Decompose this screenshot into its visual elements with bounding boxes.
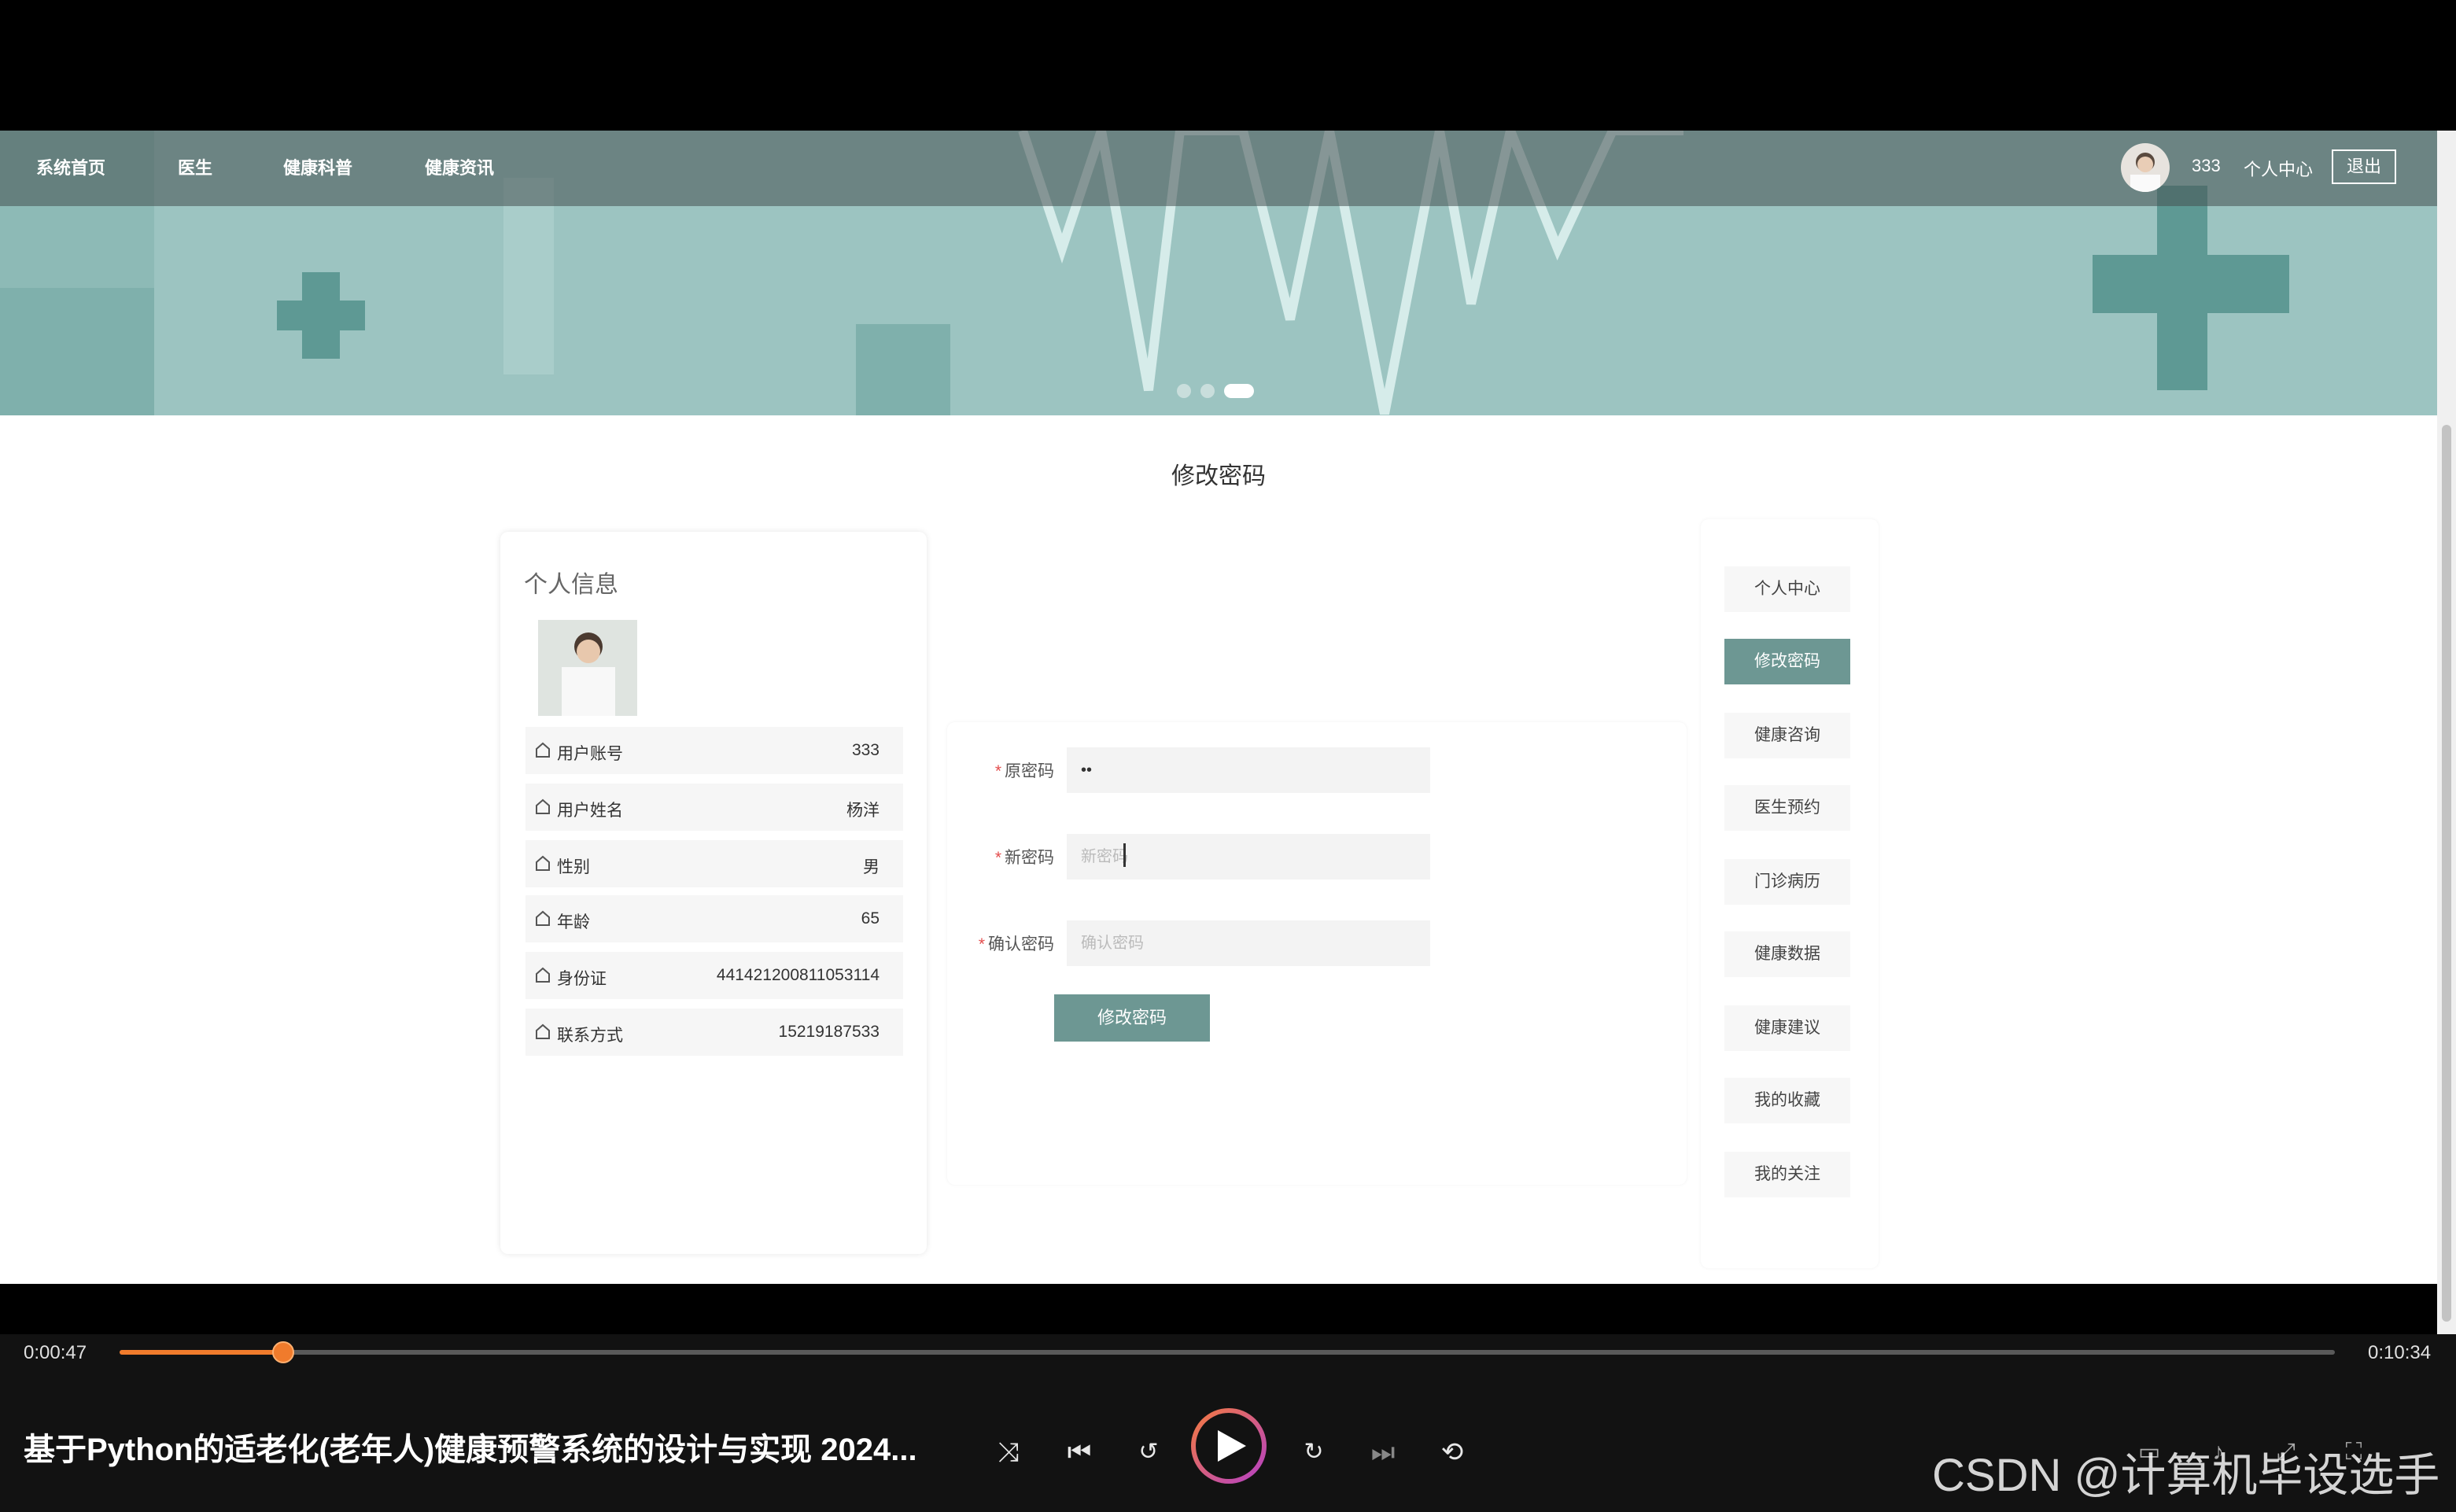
page-title: 修改密码 — [1171, 463, 1266, 489]
side-menu-doctor-appointment[interactable]: 医生预约 — [1724, 785, 1850, 831]
confirm-password-input[interactable] — [1067, 920, 1430, 966]
side-menu-change-password[interactable]: 修改密码 — [1724, 639, 1850, 684]
nav-doctor[interactable]: 医生 — [178, 154, 212, 179]
side-menu-personal-center[interactable]: 个人中心 — [1724, 566, 1850, 612]
video-title: 基于Python的适老化(老年人)健康预警系统的设计与实现 2024... — [24, 1433, 917, 1467]
profile-card: 个人信息 用户账号 333 用户姓名 杨洋 性别 男 年龄 65 身份证 441… — [500, 532, 927, 1254]
repeat-icon[interactable]: ⟲ — [1432, 1432, 1473, 1473]
profile-label: 年龄 — [557, 913, 590, 931]
profile-value: 333 — [851, 741, 880, 759]
home-icon — [536, 855, 550, 871]
home-icon — [536, 910, 550, 926]
side-menu-health-consult[interactable]: 健康咨询 — [1724, 713, 1850, 758]
play-icon — [1218, 1430, 1246, 1462]
profile-row-age: 年龄 65 — [525, 895, 903, 942]
current-time: 0:00:47 — [24, 1342, 87, 1363]
web-page: 系统首页 医生 健康科普 健康资讯 333 个人中心 退出 修改密码 个人信息 — [0, 131, 2437, 1284]
side-menu-health-advice[interactable]: 健康建议 — [1724, 1005, 1850, 1051]
text-cursor-icon — [1123, 843, 1126, 867]
profile-row-id-card: 身份证 441421200811053114 — [525, 952, 903, 999]
profile-photo-image — [538, 620, 637, 716]
banner-carousel: 系统首页 医生 健康科普 健康资讯 333 个人中心 退出 — [0, 131, 2437, 415]
avatar[interactable] — [2121, 143, 2170, 192]
profile-label: 用户账号 — [557, 745, 623, 763]
profile-value: 男 — [863, 858, 880, 876]
nav-username: 333 — [2192, 156, 2221, 175]
profile-row-name: 用户姓名 杨洋 — [525, 784, 903, 831]
profile-value: 杨洋 — [846, 802, 880, 820]
profile-label: 联系方式 — [557, 1027, 623, 1045]
change-password-button[interactable]: 修改密码 — [1054, 994, 1210, 1042]
rewind-10-icon[interactable]: ↺ — [1128, 1432, 1169, 1473]
confirm-password-label: * 确认密码 — [978, 935, 1054, 953]
profile-value: 65 — [861, 909, 880, 927]
nav-home[interactable]: 系统首页 — [36, 154, 105, 179]
home-icon — [536, 742, 550, 758]
profile-label: 性别 — [557, 858, 590, 876]
home-icon — [536, 798, 550, 814]
nav-personal-center[interactable]: 个人中心 — [2244, 156, 2313, 181]
profile-label: 身份证 — [557, 970, 607, 988]
side-menu-health-data[interactable]: 健康数据 — [1724, 931, 1850, 977]
profile-row-gender: 性别 男 — [525, 840, 903, 887]
profile-value: 15219187533 — [778, 1023, 880, 1041]
profile-photo — [538, 620, 637, 716]
profile-row-account: 用户账号 333 — [525, 727, 903, 774]
side-menu-my-favorites[interactable]: 我的收藏 — [1724, 1078, 1850, 1123]
next-icon[interactable]: ⏭ — [1363, 1432, 1403, 1473]
carousel-dot-3[interactable] — [1224, 384, 1254, 398]
csdn-watermark: CSDN @计算机毕设选手 — [1932, 1450, 2440, 1501]
carousel-dot-2[interactable] — [1200, 384, 1215, 398]
old-password-input[interactable] — [1067, 747, 1430, 793]
profile-value: 441421200811053114 — [716, 966, 880, 984]
side-menu-my-follows[interactable]: 我的关注 — [1724, 1152, 1850, 1197]
logout-button[interactable]: 退出 — [2332, 149, 2396, 184]
new-password-label: * 新密码 — [994, 849, 1054, 867]
avatar-image — [2130, 153, 2160, 192]
progress-fill — [120, 1350, 283, 1355]
profile-title: 个人信息 — [524, 572, 618, 598]
profile-label: 用户姓名 — [557, 802, 623, 820]
page-scrollbar-thumb[interactable] — [2442, 425, 2451, 1322]
old-password-label: * 原密码 — [994, 762, 1054, 780]
home-icon — [536, 1023, 550, 1039]
side-menu-outpatient-records[interactable]: 门诊病历 — [1724, 859, 1850, 905]
nav-health-news[interactable]: 健康资讯 — [425, 154, 494, 179]
new-password-input[interactable] — [1067, 834, 1430, 880]
progress-handle[interactable] — [272, 1341, 294, 1363]
shuffle-icon[interactable]: ⤨ — [988, 1432, 1029, 1473]
forward-30-icon[interactable]: ↻ — [1293, 1432, 1334, 1473]
carousel-dot-1[interactable] — [1177, 384, 1191, 398]
home-icon — [536, 967, 550, 983]
previous-icon[interactable]: ⏮ — [1059, 1432, 1100, 1473]
nav-health-science[interactable]: 健康科普 — [283, 154, 352, 179]
top-navbar: 系统首页 医生 健康科普 健康资讯 333 个人中心 退出 — [0, 131, 2437, 206]
progress-track[interactable] — [120, 1350, 2335, 1355]
total-time: 0:10:34 — [2368, 1342, 2432, 1363]
profile-row-contact: 联系方式 15219187533 — [525, 1009, 903, 1056]
play-button[interactable] — [1191, 1408, 1267, 1484]
